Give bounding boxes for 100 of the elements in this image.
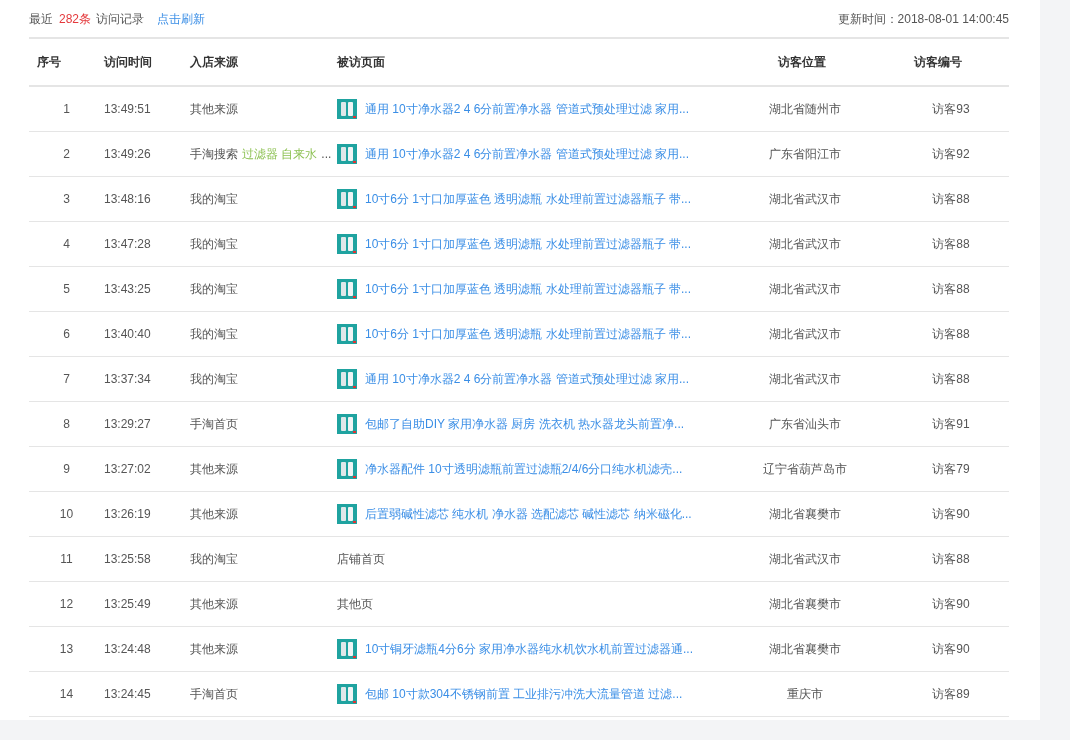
visitor-location: 湖北省武汉市 [769,191,841,208]
row-number: 8 [63,416,70,433]
visitor-location: 广东省汕头市 [769,416,841,433]
row-number: 1 [63,101,70,118]
product-thumbnail [337,504,357,524]
column-header: 入店来源 [190,54,238,71]
traffic-source: 手淘首页 [190,416,238,433]
visitor-location: 湖北省武汉市 [769,281,841,298]
visitor-location: 湖北省襄樊市 [769,596,841,613]
visitor-id: 访客88 [932,326,970,343]
traffic-source: 其他来源 [190,641,238,658]
product-link[interactable]: 后置弱碱性滤芯 纯水机 净水器 选配滤芯 碱性滤芯 纳米磁化... [365,505,692,523]
record-count: 282条 [59,10,92,28]
visitor-id: 访客88 [932,281,970,298]
product-link[interactable]: 包邮 10寸款304不锈钢前置 工业排污冲洗大流量管道 过滤... [365,685,683,703]
traffic-source: 手淘搜索 [190,146,238,163]
traffic-source: 我的淘宝 [190,191,238,208]
visitor-id: 访客88 [932,191,970,208]
row-number: 9 [63,461,70,478]
visit-time: 13:25:49 [104,596,151,613]
search-keywords: 过滤器 自来水 [242,146,318,163]
product-thumbnail [337,234,357,254]
traffic-source: 我的淘宝 [190,371,238,388]
visit-time: 13:29:27 [104,416,151,433]
page-name: 店铺首页 [337,551,385,568]
visitor-location: 湖北省襄樊市 [769,641,841,658]
row-number: 7 [63,371,70,388]
product-thumbnail [337,684,357,704]
visitor-location: 湖北省武汉市 [769,371,841,388]
refresh-link[interactable]: 点击刷新 [157,9,206,28]
visitor-id: 访客88 [932,236,970,253]
traffic-source: 我的淘宝 [190,236,238,253]
product-thumbnail [337,144,357,164]
update-time: 更新时间：2018-08-01 14:00:45 [837,10,1009,28]
product-link[interactable]: 通用 10寸净水器2 4 6分前置净水器 管道式预处理过滤 家用... [365,145,690,163]
summary-label: 最近 [29,10,53,28]
visitor-id: 访客90 [932,596,970,613]
column-header: 访客编号 [914,54,962,71]
product-link[interactable]: 10寸6分 1寸口加厚蓝色 透明滤瓶 水处理前置过滤器瓶子 带... [365,280,692,298]
row-number: 3 [63,191,70,208]
visit-time: 13:43:25 [104,281,151,298]
row-number: 5 [63,281,70,298]
product-link[interactable]: 10寸6分 1寸口加厚蓝色 透明滤瓶 水处理前置过滤器瓶子 带... [365,235,692,253]
visit-time: 13:37:34 [104,371,151,388]
visitor-id: 访客90 [932,641,970,658]
visitor-location: 广东省阳江市 [769,146,841,163]
visitor-id: 访客90 [932,506,970,523]
visitor-id: 访客91 [932,416,970,433]
traffic-source: 其他来源 [190,461,238,478]
visit-time: 13:26:19 [104,506,151,523]
visitor-id: 访客79 [932,461,970,478]
row-number: 10 [59,506,74,523]
product-link[interactable]: 10寸6分 1寸口加厚蓝色 透明滤瓶 水处理前置过滤器瓶子 带... [365,190,692,208]
product-link[interactable]: 10寸6分 1寸口加厚蓝色 透明滤瓶 水处理前置过滤器瓶子 带... [365,325,692,343]
page-name: 其他页 [337,596,373,613]
visit-time: 13:24:48 [104,641,151,658]
visitor-id: 访客88 [932,551,970,568]
traffic-source: 其他来源 [190,506,238,523]
visit-time: 13:49:26 [104,146,151,163]
product-thumbnail [337,639,357,659]
product-thumbnail [337,369,357,389]
product-link[interactable]: 10寸铜牙滤瓶4分6分 家用净水器纯水机饮水机前置过滤器通... [365,640,694,658]
product-thumbnail [337,99,357,119]
product-thumbnail [337,324,357,344]
visitor-location: 辽宁省葫芦岛市 [763,461,847,478]
visit-time: 13:47:28 [104,236,151,253]
column-header: 访客位置 [778,54,826,71]
traffic-source: 我的淘宝 [190,281,238,298]
product-link[interactable]: 通用 10寸净水器2 4 6分前置净水器 管道式预处理过滤 家用... [365,370,690,388]
visitor-location: 湖北省武汉市 [769,236,841,253]
product-link[interactable]: 净水器配件 10寸透明滤瓶前置过滤瓶2/4/6分口纯水机滤壳... [365,460,683,478]
traffic-source: 我的淘宝 [190,326,238,343]
row-number: 2 [63,146,70,163]
visitor-location: 湖北省随州市 [769,101,841,118]
product-thumbnail [337,279,357,299]
row-number: 13 [59,641,74,658]
column-header: 访问时间 [104,54,152,71]
visit-time: 13:24:45 [104,686,151,703]
visitor-location: 湖北省襄樊市 [769,506,841,523]
product-link[interactable]: 通用 10寸净水器2 4 6分前置净水器 管道式预处理过滤 家用... [365,100,690,118]
visitor-id: 访客93 [932,101,970,118]
visitor-id: 访客92 [932,146,970,163]
visit-time: 13:48:16 [104,191,151,208]
visitor-id: 访客88 [932,371,970,388]
traffic-source: 手淘首页 [190,686,238,703]
visitor-location: 湖北省武汉市 [769,551,841,568]
visitor-id: 访客89 [932,686,970,703]
visitor-location: 湖北省武汉市 [769,326,841,343]
traffic-source: 我的淘宝 [190,551,238,568]
visit-time: 13:49:51 [104,101,151,118]
visit-time: 13:25:58 [104,551,151,568]
product-thumbnail [337,459,357,479]
visit-time: 13:40:40 [104,326,151,343]
traffic-source: 其他来源 [190,101,238,118]
product-link[interactable]: 包邮了自助DIY 家用净水器 厨房 洗衣机 热水器龙头前置净... [365,415,685,433]
row-number: 6 [63,326,70,343]
summary-label: 访问记录 [96,10,145,28]
column-header: 被访页面 [337,54,385,71]
ellipsis-text: ... [321,146,332,163]
visitor-location: 重庆市 [787,686,823,703]
